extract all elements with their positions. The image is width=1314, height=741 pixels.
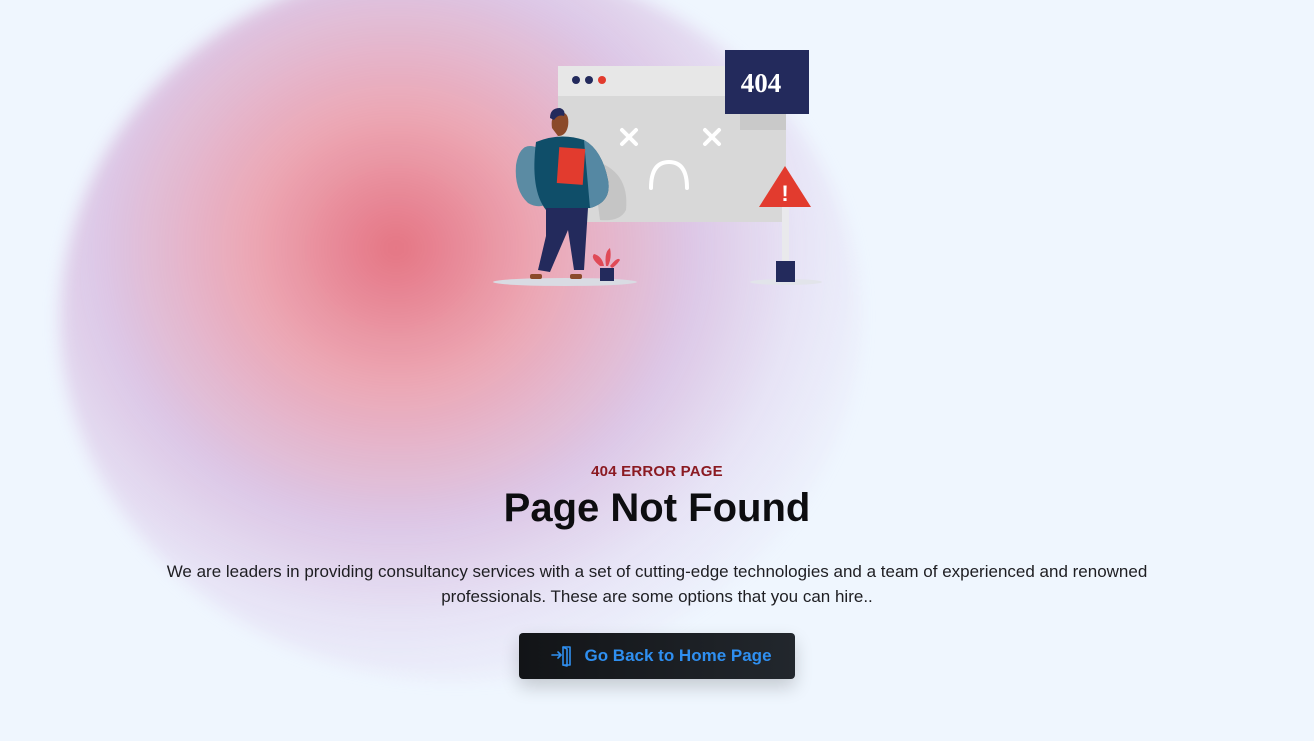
go-home-button[interactable]: Go Back to Home Page xyxy=(519,633,795,679)
error-illustration: 404 ! xyxy=(493,50,822,286)
error-content: 404 ERROR PAGE Page Not Found We are lea… xyxy=(0,463,1314,679)
door-enter-icon xyxy=(551,646,572,667)
plant-icon xyxy=(592,248,620,281)
page-title: Page Not Found xyxy=(503,486,811,530)
error-eyebrow: 404 ERROR PAGE xyxy=(591,463,723,480)
error-description: We are leaders in providing consultancy … xyxy=(166,562,1148,606)
ground-shadow xyxy=(493,278,637,286)
404-badge-text: 404 xyxy=(741,68,782,98)
go-home-button-label: Go Back to Home Page xyxy=(584,646,772,665)
warning-glyph: ! xyxy=(781,181,788,206)
